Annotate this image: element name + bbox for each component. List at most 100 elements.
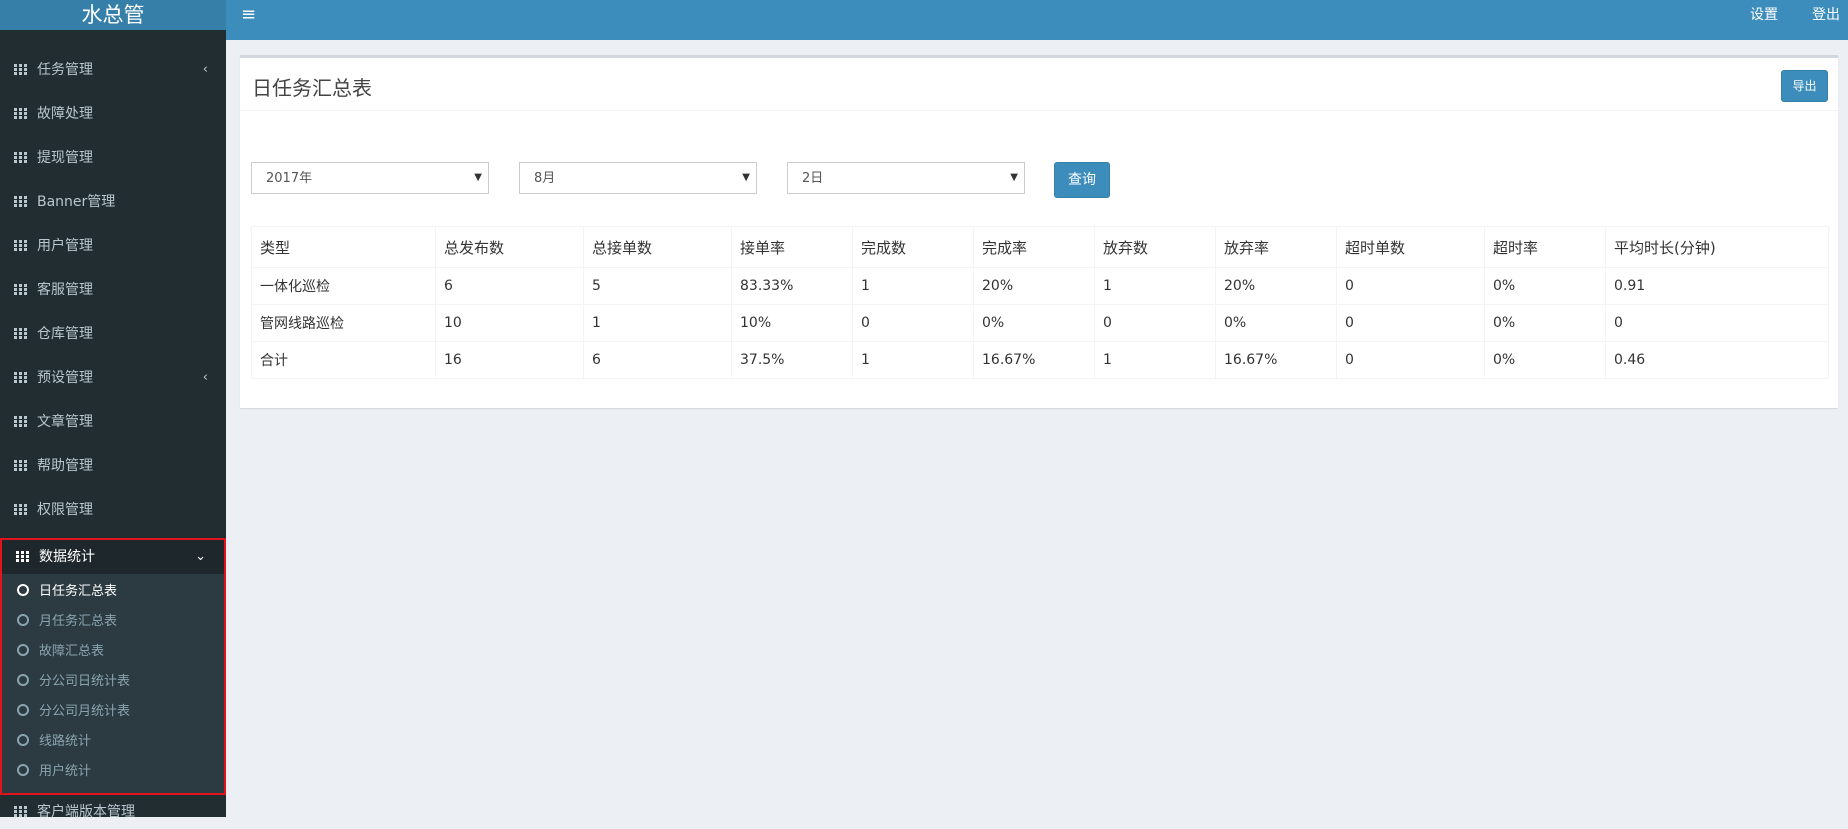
sidebar-item-banner[interactable]: Banner管理 [0,180,226,224]
submenu-item-route-stats[interactable]: 线路统计 [2,727,224,757]
table-cell: 16 [435,341,584,379]
submenu-item-branch-daily[interactable]: 分公司日统计表 [2,667,224,697]
table-cell: 0 [1336,341,1485,379]
table-cell: 16.67% [973,341,1095,379]
sidebar-item-label: 提现管理 [37,150,93,166]
table-cell: 6 [435,267,584,305]
circle-icon [17,644,29,656]
sidebar-item-help[interactable]: 帮助管理 [0,444,226,488]
app-logo[interactable]: 水总管 [0,0,226,30]
table-cell: 37.5% [731,341,853,379]
column-header: 平均时长(分钟) [1605,226,1829,268]
table-cell: 0.46 [1605,341,1829,379]
year-select-value: 2017年 [266,171,313,186]
circle-icon [17,584,29,596]
table-cell: 0% [1215,304,1337,342]
submenu-item-label: 月任务汇总表 [39,614,118,629]
table-cell: 1 [1094,267,1216,305]
sidebar-item-label: 用户管理 [37,238,93,254]
day-select[interactable]: 2日 ▼ [787,162,1025,194]
report-panel: 日任务汇总表 导出 2017年 ▼ 8月 ▼ 2日 ▼ 查询 类型 总发布数 总… [240,55,1838,408]
table-header-row: 类型 总发布数 总接单数 接单率 完成数 完成率 放弃数 放弃率 超时单数 超时… [251,226,1829,268]
table-cell: 管网线路巡检 [251,304,436,342]
sidebar-item-label: 任务管理 [37,62,93,78]
column-header: 超时单数 [1336,226,1485,268]
column-header: 类型 [251,226,436,268]
grid-icon [14,196,27,207]
month-select[interactable]: 8月 ▼ [519,162,757,194]
chevron-left-icon: ‹ [202,370,208,385]
submenu-item-fault-summary[interactable]: 故障汇总表 [2,637,224,667]
sidebar-item-label: 文章管理 [37,414,93,430]
query-button[interactable]: 查询 [1054,162,1110,198]
table-row: 合计 16 6 37.5% 1 16.67% 1 16.67% 0 0% 0.4… [251,341,1829,379]
table-cell: 0% [1484,267,1606,305]
table-cell: 16.67% [1215,341,1337,379]
table-cell: 10% [731,304,853,342]
table-cell: 1 [583,304,732,342]
sidebar-item-label: 故障处理 [37,106,93,122]
column-header: 接单率 [731,226,853,268]
grid-icon [14,460,27,471]
submenu-item-label: 用户统计 [39,764,92,779]
sidebar-item-preset[interactable]: 预设管理 ‹ [0,356,226,400]
table-cell: 0 [1336,304,1485,342]
month-select-value: 8月 [534,171,556,186]
export-button[interactable]: 导出 [1781,70,1828,102]
table-cell: 0 [852,304,974,342]
sidebar-item-client-version[interactable]: 客户端版本管理 [0,795,226,829]
submenu-item-branch-monthly[interactable]: 分公司月统计表 [2,697,224,727]
table-cell: 0% [973,304,1095,342]
table-cell: 5 [583,267,732,305]
grid-icon [14,806,27,817]
sidebar-item-warehouse[interactable]: 仓库管理 [0,312,226,356]
sidebar-item-service[interactable]: 客服管理 [0,268,226,312]
grid-icon [14,64,27,75]
submenu-item-label: 分公司月统计表 [39,704,131,719]
column-header: 放弃率 [1215,226,1337,268]
submenu-item-daily-summary[interactable]: 日任务汇总表 [2,577,224,607]
table-cell: 83.33% [731,267,853,305]
sidebar-item-fault[interactable]: 故障处理 [0,92,226,136]
submenu-item-user-stats[interactable]: 用户统计 [2,757,224,787]
table-cell: 0 [1336,267,1485,305]
year-select[interactable]: 2017年 ▼ [251,162,489,194]
table-cell: 0.91 [1605,267,1829,305]
table-cell: 0% [1484,304,1606,342]
sidebar-item-permission[interactable]: 权限管理 [0,488,226,532]
sidebar-group-statistics: 数据统计 ⌄ 日任务汇总表 月任务汇总表 故障汇总表 分公司日统计表 分公司月统计… [0,538,226,795]
table-cell: 1 [1094,341,1216,379]
circle-icon [17,704,29,716]
circle-icon [17,764,29,776]
submenu-item-label: 日任务汇总表 [39,584,118,599]
circle-icon [17,674,29,686]
grid-icon [14,416,27,427]
grid-icon [14,108,27,119]
sidebar-item-label: Banner管理 [37,194,116,210]
sidebar-item-article[interactable]: 文章管理 [0,400,226,444]
grid-icon [16,551,29,562]
sidebar-item-withdraw[interactable]: 提现管理 [0,136,226,180]
sidebar-item-label: 客服管理 [37,282,93,298]
column-header: 总发布数 [435,226,584,268]
table-row: 管网线路巡检 10 1 10% 0 0% 0 0% 0 0% 0 [251,304,1829,342]
grid-icon [14,284,27,295]
sidebar-item-statistics[interactable]: 数据统计 ⌄ [2,540,224,574]
sidebar-item-label: 数据统计 [39,549,95,565]
table-cell: 1 [852,341,974,379]
sidebar-item-users[interactable]: 用户管理 [0,224,226,268]
caret-down-icon: ▼ [742,172,750,183]
logout-link[interactable]: 登出 [1812,0,1840,30]
panel-header: 日任务汇总表 导出 [240,58,1838,111]
day-select-value: 2日 [802,171,824,186]
grid-icon [14,504,27,515]
circle-icon [17,614,29,626]
table-cell: 10 [435,304,584,342]
sidebar-item-task[interactable]: 任务管理 ‹ [0,48,226,92]
submenu-item-monthly-summary[interactable]: 月任务汇总表 [2,607,224,637]
grid-icon [14,372,27,383]
table-cell: 0 [1094,304,1216,342]
menu-toggle-icon[interactable]: ≡ [241,0,256,30]
sidebar: 水总管 任务管理 ‹ 故障处理 提现管理 Banner管理 用户管理 客服管理 仓… [0,0,226,820]
settings-link[interactable]: 设置 [1750,0,1778,30]
